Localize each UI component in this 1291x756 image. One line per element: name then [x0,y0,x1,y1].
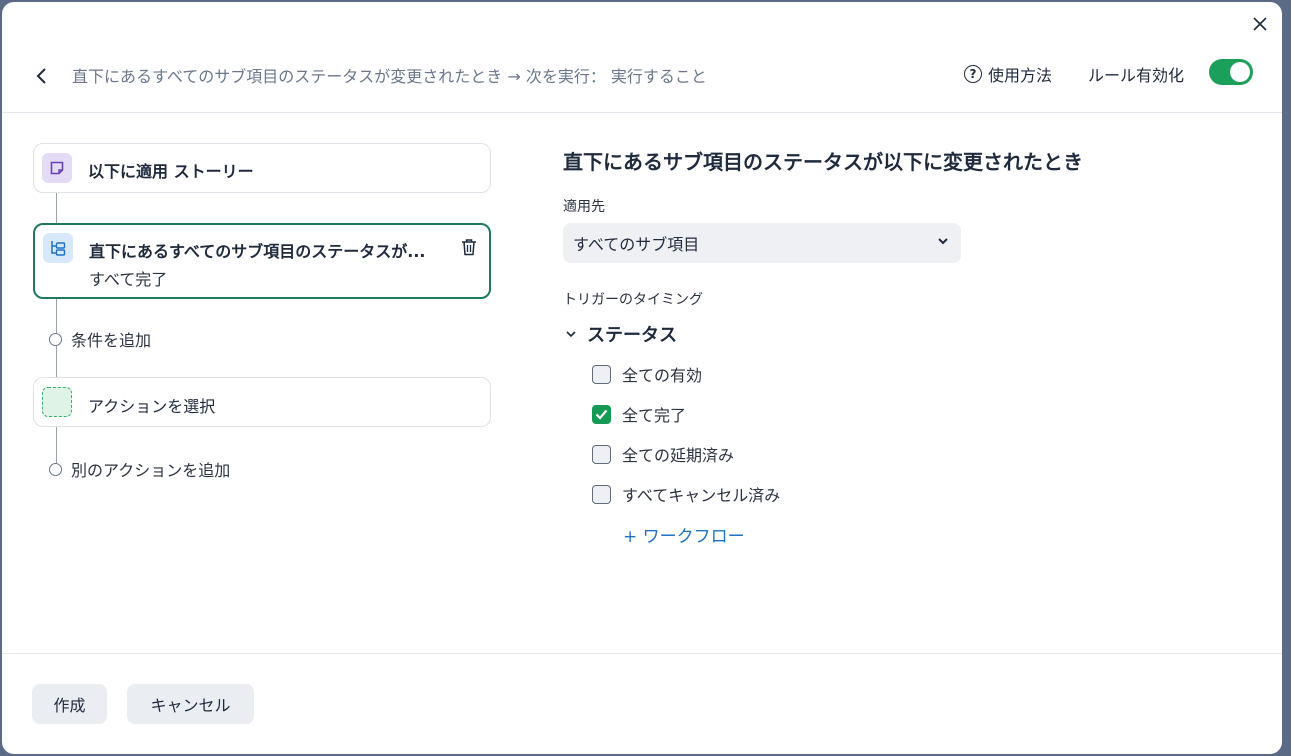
option-all-postponed[interactable]: 全ての延期済み [592,442,734,466]
subtask-hierarchy-icon [43,233,73,263]
add-workflow-link[interactable]: + ワークフロー [623,522,745,547]
status-section-title: ステータス [587,325,677,346]
trash-icon [462,239,476,256]
action-card[interactable]: アクションを選択 [33,377,491,427]
chevron-left-icon [36,68,46,84]
rule-enabled-label: ルール有効化 [1088,66,1185,85]
option-label: すべてキャンセル済み [622,486,781,505]
rule-enabled-toggle[interactable] [1209,59,1253,85]
create-button[interactable]: 作成 [32,684,107,724]
checkbox[interactable] [592,484,611,504]
option-all-active[interactable]: 全ての有効 [592,362,702,386]
trigger-card[interactable]: 直下にあるすべてのサブ項目のステータスが... すべて完了 [33,223,491,299]
panel-title: 直下にあるサブ項目のステータスが以下に変更されたとき [563,150,1083,174]
add-node-icon [49,332,62,346]
footer-divider [2,653,1282,654]
close-icon [1253,17,1267,31]
option-label: 全ての延期済み [622,446,735,465]
breadcrumb: 直下にあるすべてのサブ項目のステータスが変更されたとき → 次を実行： 実行する… [72,67,707,86]
option-all-done[interactable]: 全て完了 [592,402,686,426]
add-condition-label: 条件を追加 [71,331,152,350]
option-all-cancelled[interactable]: すべてキャンセル済み [592,482,780,506]
help-link[interactable]: ? 使用方法 [964,62,1052,86]
header-divider [2,112,1282,113]
chevron-down-icon [938,238,948,245]
apply-to-value: すべてのサブ項目 [573,235,700,254]
status-section-toggle[interactable]: ステータス [565,321,677,347]
workflow-connector [56,192,57,224]
add-condition-button[interactable]: 条件を追加 [49,327,151,351]
add-action-label: 別のアクションを追加 [71,461,231,480]
chevron-down-icon [566,331,576,338]
story-icon [42,153,72,183]
apply-to-label: 適用先 [563,199,605,215]
trigger-timing-label: トリガーのタイミング [563,292,703,308]
option-label: 全て完了 [622,406,687,425]
checkbox-checked[interactable] [592,404,611,424]
check-icon [595,409,608,420]
help-label: 使用方法 [988,66,1053,85]
apply-to-select[interactable]: すべてのサブ項目 [563,223,961,263]
action-placeholder-icon [42,387,72,417]
checkbox[interactable] [592,364,611,384]
delete-trigger-button[interactable] [459,237,479,257]
apply-to-card-title: 以下に適用 ストーリー [88,162,254,181]
action-card-title: アクションを選択 [88,397,216,416]
add-node-icon [49,462,62,476]
close-button[interactable] [1248,12,1272,36]
apply-to-card[interactable]: 以下に適用 ストーリー [33,143,491,193]
help-icon: ? [964,65,982,83]
cancel-button[interactable]: キャンセル [127,684,254,724]
add-action-button[interactable]: 別のアクションを追加 [49,457,230,481]
rule-editor-modal: 直下にあるすべてのサブ項目のステータスが変更されたとき → 次を実行： 実行する… [2,2,1282,754]
trigger-card-subtitle: すべて完了 [89,270,168,289]
trigger-card-title: 直下にあるすべてのサブ項目のステータスが... [89,242,426,261]
back-button[interactable] [30,64,54,88]
checkbox[interactable] [592,444,611,464]
header: 直下にあるすべてのサブ項目のステータスが変更されたとき → 次を実行： 実行する… [2,42,1282,112]
option-label: 全ての有効 [622,366,703,385]
